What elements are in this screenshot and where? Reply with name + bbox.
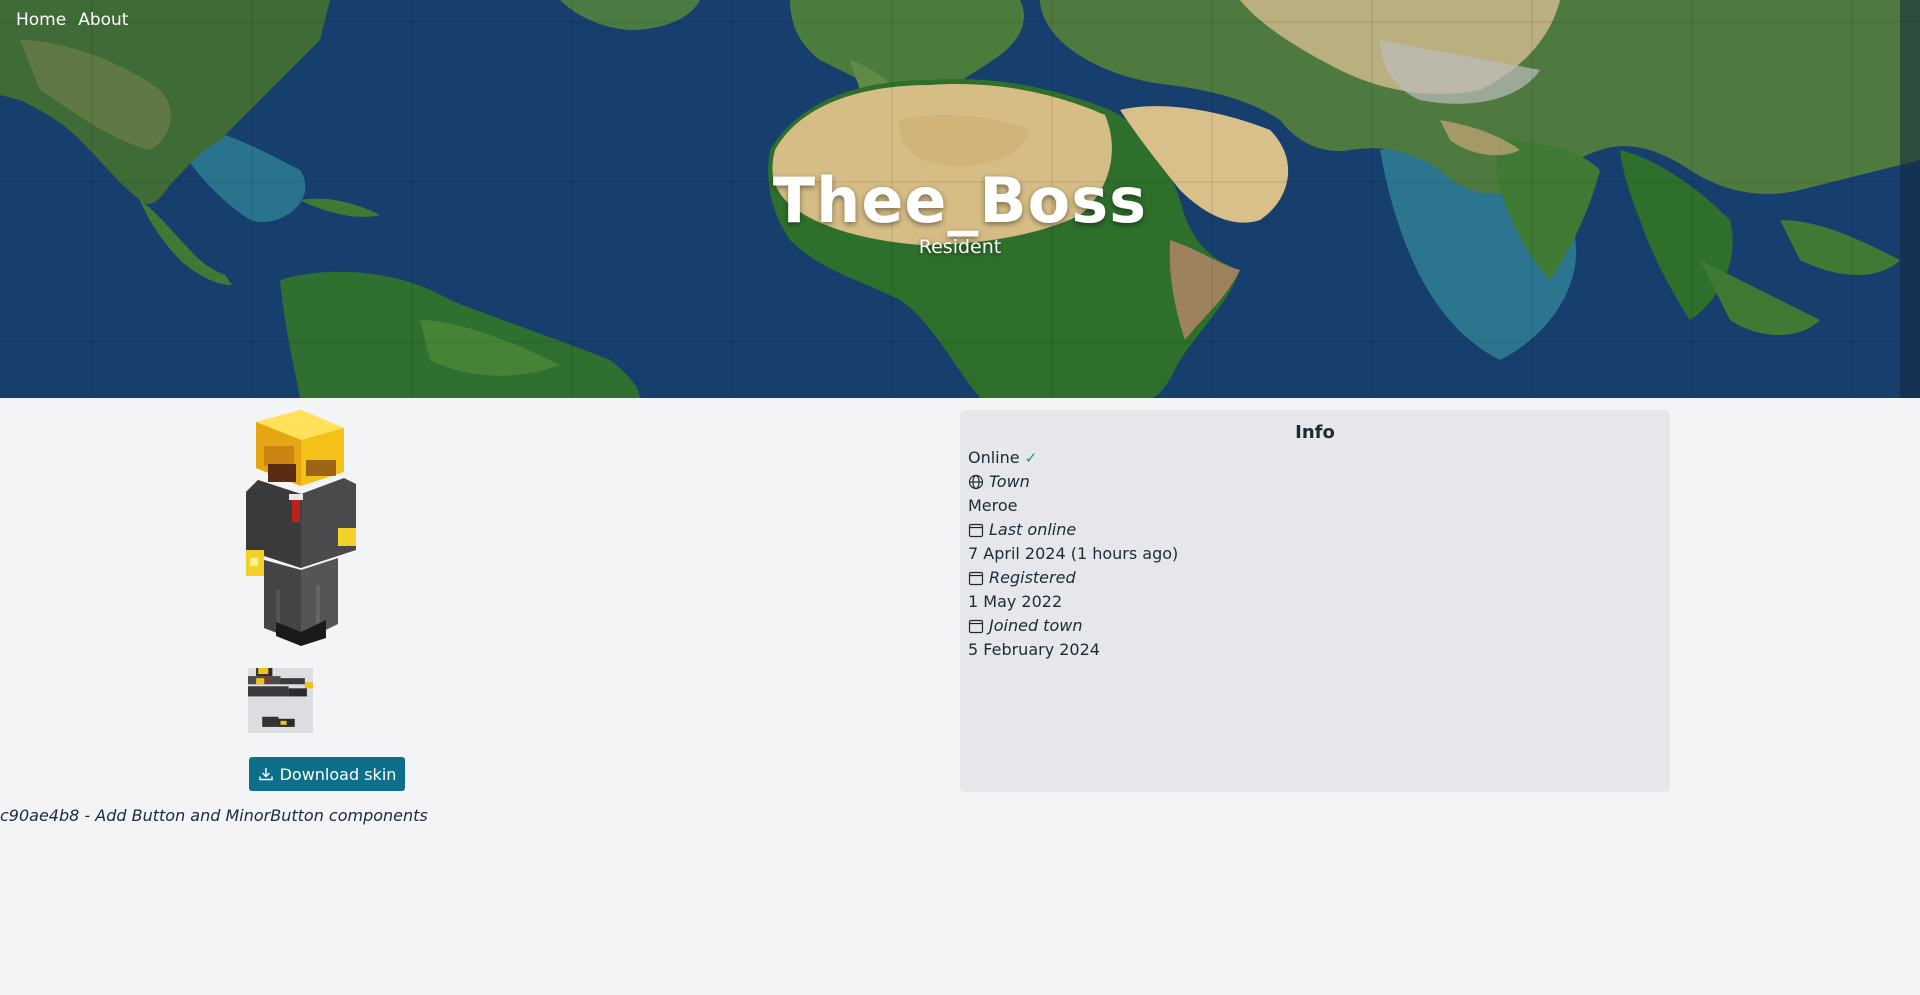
town-label: Town — [989, 472, 1030, 491]
registered-value-row: 1 May 2022 — [968, 590, 1178, 614]
town-value: Meroe — [968, 496, 1018, 515]
status-row: Online ✓ — [968, 446, 1178, 470]
calendar-icon — [968, 619, 984, 634]
town-label-row: Town — [968, 470, 1178, 494]
joined-town-value-row: 5 February 2024 — [968, 638, 1178, 662]
hero-banner: Home About Thee_Boss Resident — [0, 0, 1920, 398]
check-icon: ✓ — [1024, 449, 1038, 467]
info-list: Online ✓ Town Meroe Last online 7 April … — [968, 446, 1178, 662]
last-online-value: 7 April 2024 (1 hours ago) — [968, 544, 1179, 563]
download-icon — [258, 768, 273, 781]
info-panel: Info Online ✓ Town Meroe Last online 7 A… — [960, 410, 1670, 792]
info-heading: Info — [1295, 422, 1335, 443]
player-skin-render — [246, 410, 356, 646]
player-name-title: Thee_Boss — [772, 164, 1148, 237]
globe-icon — [968, 474, 984, 490]
registered-label-row: Registered — [968, 566, 1178, 590]
download-skin-button[interactable]: Download skin — [249, 757, 405, 791]
commit-footer: c90ae4b8 - Add Button and MinorButton co… — [0, 806, 428, 825]
last-online-label-row: Last online — [968, 518, 1178, 542]
joined-town-label: Joined town — [989, 616, 1083, 635]
calendar-icon — [968, 523, 984, 538]
last-online-value-row: 7 April 2024 (1 hours ago) — [968, 542, 1178, 566]
joined-town-label-row: Joined town — [968, 614, 1178, 638]
download-skin-label: Download skin — [279, 764, 397, 784]
top-nav: Home About — [16, 10, 128, 30]
registered-label: Registered — [989, 568, 1076, 587]
calendar-icon — [968, 571, 984, 586]
town-value-row: Meroe — [968, 494, 1178, 518]
nav-link-home[interactable]: Home — [16, 10, 66, 30]
skin-texture-image — [248, 668, 313, 733]
registered-value: 1 May 2022 — [968, 592, 1063, 611]
nav-link-about[interactable]: About — [78, 10, 128, 30]
last-online-label: Last online — [989, 520, 1077, 539]
online-status-text: Online — [968, 448, 1020, 467]
joined-town-value: 5 February 2024 — [968, 640, 1100, 659]
player-rank-subtitle: Resident — [918, 236, 1002, 258]
